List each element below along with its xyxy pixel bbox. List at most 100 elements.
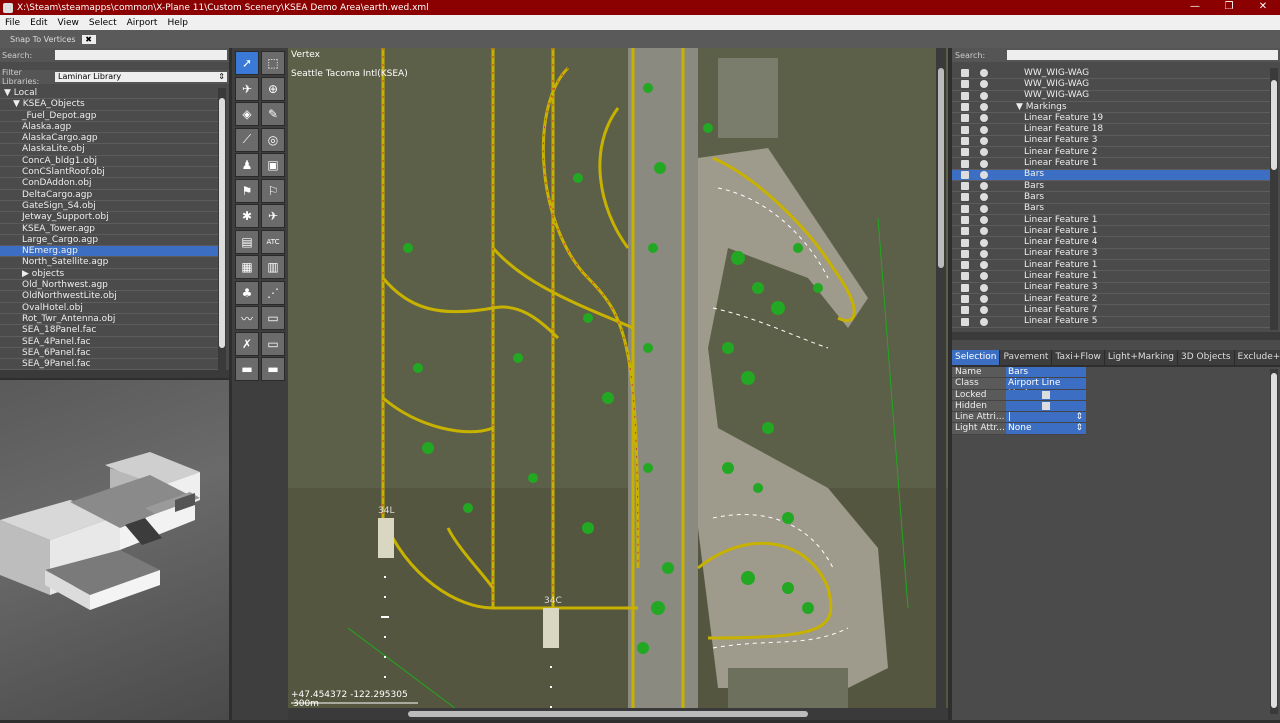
library-tree-item[interactable]: Rot_Twr_Antenna.obj: [0, 314, 218, 326]
eye-icon[interactable]: [980, 249, 988, 258]
hierarchy-search-input[interactable]: [1007, 50, 1278, 60]
light-fixture-tool-icon[interactable]: ✎: [261, 102, 285, 126]
lock-icon[interactable]: [961, 238, 969, 247]
hierarchy-row[interactable]: Linear Feature 4: [952, 237, 1270, 249]
eye-icon[interactable]: [980, 283, 988, 292]
airport-map-canvas[interactable]: [288, 48, 948, 720]
lock-icon[interactable]: [961, 69, 969, 78]
eye-icon[interactable]: [980, 182, 988, 191]
forest-tool-icon[interactable]: ▥: [261, 255, 285, 279]
eye-icon[interactable]: [980, 148, 988, 157]
hierarchy-row[interactable]: Linear Feature 3: [952, 248, 1270, 261]
hierarchy-row[interactable]: Linear Feature 5: [952, 316, 1270, 328]
restore-button[interactable]: ❐: [1212, 0, 1246, 15]
tab-3d-objects[interactable]: 3D Objects: [1178, 350, 1235, 365]
property-value[interactable]: Airport Line Mark...: [1006, 378, 1086, 399]
library-tree-item[interactable]: GateSign_S4.obj: [0, 201, 218, 213]
tab-pavement[interactable]: Pavement: [1000, 350, 1053, 365]
library-tree-item[interactable]: AlaskaLite.obj: [0, 144, 218, 156]
eye-icon[interactable]: [980, 136, 988, 145]
hierarchy-row[interactable]: WW_WIG-WAG: [952, 79, 1270, 91]
property-value[interactable]: [1006, 400, 1086, 413]
sign-tool-icon[interactable]: ▣: [261, 153, 285, 177]
library-tree-item[interactable]: Large_Cargo.agp: [0, 235, 218, 247]
hierarchy-row[interactable]: Bars: [952, 203, 1270, 215]
checkbox-icon[interactable]: [1042, 401, 1050, 410]
library-scrollbar[interactable]: [218, 88, 226, 370]
hierarchy-hscrollbar[interactable]: [952, 332, 1280, 340]
minimize-button[interactable]: —: [1178, 0, 1212, 15]
hierarchy-row[interactable]: Linear Feature 1: [952, 271, 1270, 283]
atc-tool-icon[interactable]: ATC: [261, 229, 285, 254]
filter-libraries-select[interactable]: Laminar Library ⇕: [55, 72, 227, 82]
library-tree-item[interactable]: KSEA_Tower.agp: [0, 224, 218, 235]
checkbox-icon[interactable]: [1042, 390, 1050, 399]
eye-icon[interactable]: [980, 317, 988, 326]
hierarchy-scrollbar-thumb[interactable]: [1271, 80, 1277, 170]
route-tool-icon[interactable]: ✈: [261, 204, 285, 228]
library-tree-item[interactable]: SEA_9Panel.fac: [0, 359, 218, 370]
lock-icon[interactable]: [961, 125, 969, 134]
boundary-tool-icon[interactable]: ♟: [235, 153, 259, 177]
library-tree-item[interactable]: SEA_4Panel.fac: [0, 337, 218, 348]
library-tree-item[interactable]: Alaska.agp: [0, 122, 218, 134]
menu-select[interactable]: Select: [84, 18, 122, 28]
lock-icon[interactable]: [961, 272, 969, 281]
hierarchy-row[interactable]: Linear Feature 18: [952, 124, 1270, 136]
map-hscrollbar[interactable]: [288, 708, 948, 720]
eye-icon[interactable]: [980, 80, 988, 89]
lock-icon[interactable]: [961, 283, 969, 292]
hierarchy-row[interactable]: Linear Feature 2: [952, 294, 1270, 306]
hierarchy-scrollbar[interactable]: [1270, 68, 1278, 330]
eye-icon[interactable]: [980, 91, 988, 100]
property-value[interactable]: [1006, 389, 1086, 401]
exclusion-tool-icon[interactable]: ✗: [235, 331, 259, 356]
close-button[interactable]: ✕: [1246, 0, 1280, 15]
lock-icon[interactable]: [961, 91, 969, 100]
library-tree-item[interactable]: NEmerg.agp: [0, 246, 218, 258]
lock-icon[interactable]: [961, 317, 969, 326]
lock-icon[interactable]: [961, 182, 969, 191]
runway-tool-icon[interactable]: ✈: [235, 76, 259, 101]
map-view[interactable]: Vertex Seattle Tacoma Intl(KSEA) 34L 34C…: [288, 48, 948, 720]
polygon-tool-icon[interactable]: ▭: [261, 306, 285, 330]
library-tree-item[interactable]: ▼ KSEA_Objects: [0, 99, 218, 111]
menu-airport[interactable]: Airport: [122, 18, 163, 28]
library-tree-item[interactable]: Jetway_Support.obj: [0, 212, 218, 224]
facade-tool-icon[interactable]: ▦: [235, 255, 259, 279]
lock-icon[interactable]: [961, 227, 969, 236]
eye-icon[interactable]: [980, 261, 988, 270]
hierarchy-row[interactable]: ▼ Markings: [952, 102, 1270, 114]
hierarchy-row[interactable]: Bars: [952, 192, 1270, 204]
lock-icon[interactable]: [961, 170, 969, 179]
tree-tool-icon[interactable]: ♣: [235, 280, 259, 305]
eye-icon[interactable]: [980, 306, 988, 315]
property-value[interactable]: | ⇕: [1006, 412, 1086, 424]
eye-icon[interactable]: [980, 227, 988, 236]
eye-icon[interactable]: [980, 69, 988, 78]
library-tree-item[interactable]: OvalHotel.obj: [0, 303, 218, 314]
string-tool-icon[interactable]: ⋰: [261, 280, 285, 305]
hierarchy-row[interactable]: Bars: [952, 181, 1270, 193]
hierarchy-row[interactable]: Linear Feature 3: [952, 282, 1270, 294]
hierarchy-row[interactable]: Bars: [952, 169, 1270, 181]
beacon-tool-icon[interactable]: ✱: [235, 204, 259, 228]
sealane-tool-icon[interactable]: ◈: [235, 102, 259, 126]
eye-icon[interactable]: [980, 272, 988, 281]
menu-help[interactable]: Help: [162, 18, 193, 28]
properties-scrollbar[interactable]: [1270, 369, 1278, 714]
library-hscrollbar[interactable]: [0, 370, 229, 378]
eye-icon[interactable]: [980, 159, 988, 168]
library-tree-item[interactable]: ▼ Local: [0, 88, 218, 100]
properties-scrollbar-thumb[interactable]: [1271, 373, 1277, 708]
hierarchy-row[interactable]: Linear Feature 1: [952, 215, 1270, 227]
marquee-tool-icon[interactable]: ⬚: [261, 51, 285, 75]
eye-icon[interactable]: [980, 295, 988, 304]
startup-tool-icon[interactable]: ⚑: [235, 178, 259, 203]
library-tree-item[interactable]: ▶ objects: [0, 269, 218, 281]
windsock-tool-icon[interactable]: ⚐: [261, 178, 285, 203]
menu-file[interactable]: File: [0, 18, 25, 28]
library-tree-item[interactable]: SEA_18Panel.fac: [0, 325, 218, 337]
library-tree-item[interactable]: AlaskaCargo.agp: [0, 133, 218, 145]
library-tree-item[interactable]: SEA_6Panel.fac: [0, 348, 218, 360]
